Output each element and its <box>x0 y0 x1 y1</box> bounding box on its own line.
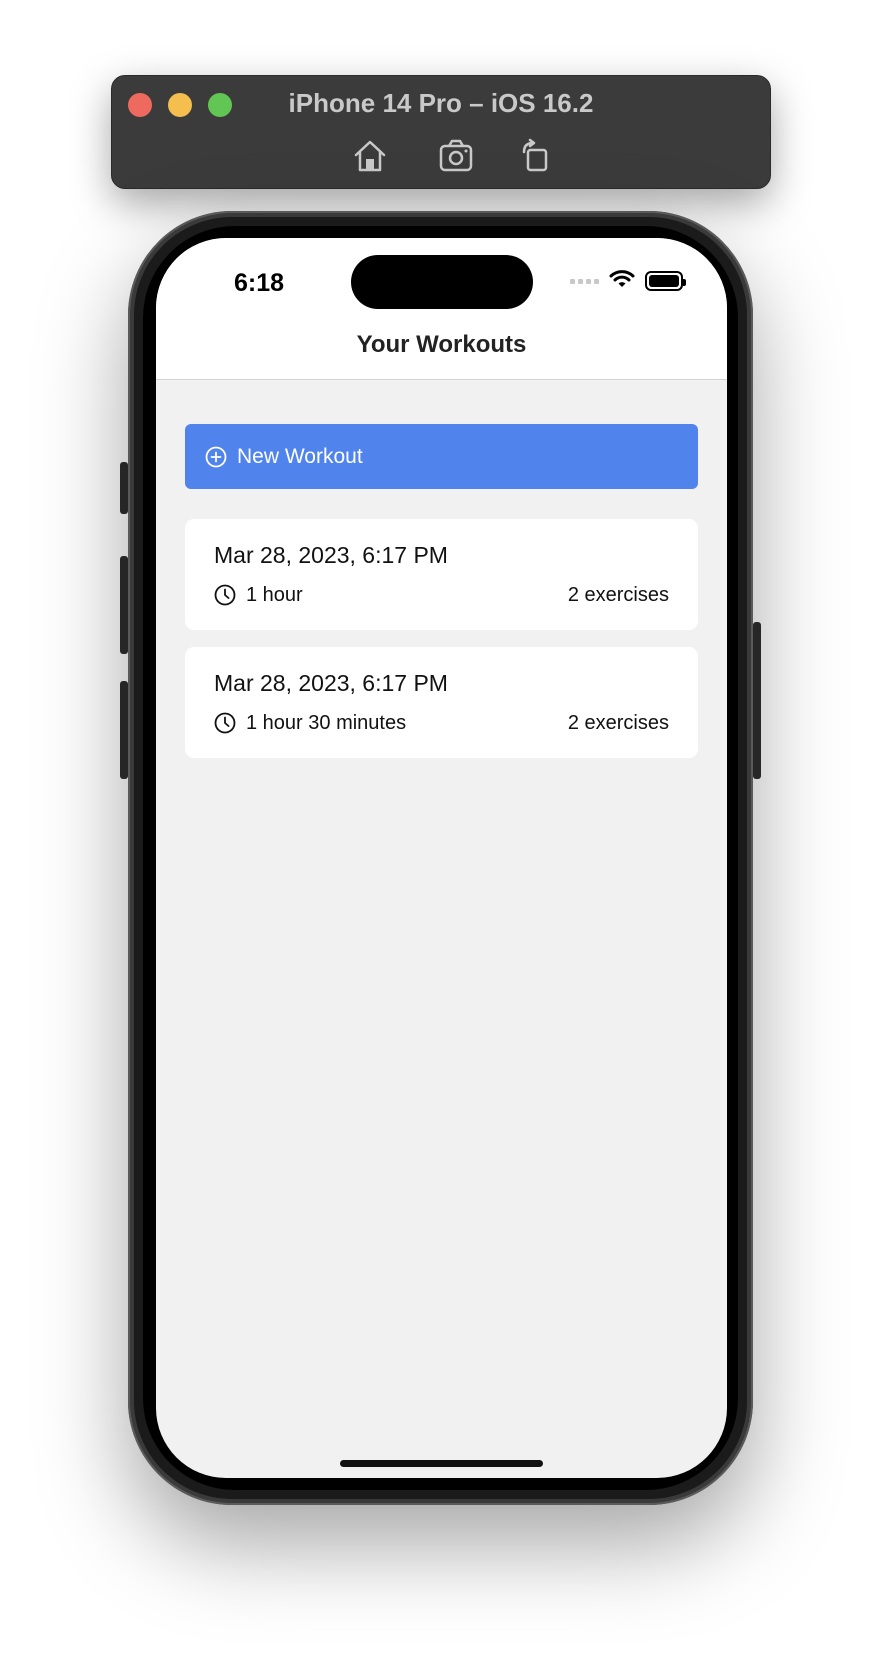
workout-exercise-count: 2 exercises <box>567 711 669 734</box>
simulator-title: iPhone 14 Pro – iOS 16.2 <box>288 88 594 118</box>
status-icons <box>570 269 686 294</box>
home-icon[interactable] <box>350 138 390 174</box>
action-side-button <box>120 462 128 514</box>
navigation-bar: Your Workouts <box>156 312 727 380</box>
wifi-icon <box>609 269 635 294</box>
page-title: Your Workouts <box>356 331 527 358</box>
rotate-icon[interactable] <box>518 138 558 174</box>
workout-date: Mar 28, 2023, 6:17 PM <box>214 670 448 696</box>
simulator-toolbar: iPhone 14 Pro – iOS 16.2 <box>111 75 771 189</box>
workout-meta: 1 hour 30 minutes 2 exercises <box>214 711 669 735</box>
workout-duration: 1 hour 30 minutes <box>214 712 406 735</box>
status-time: 6:18 <box>234 269 285 297</box>
new-workout-button[interactable]: New Workout <box>185 424 698 489</box>
workout-card[interactable]: Mar 28, 2023, 6:17 PM 1 hour 30 minutes … <box>185 647 698 758</box>
workout-duration-text: 1 hour <box>246 583 303 606</box>
new-workout-label: New Workout <box>237 444 363 468</box>
phone-screen: 6:18 Your Workouts New Workout Mar 28, 2… <box>156 238 727 1478</box>
screenshot-icon[interactable] <box>437 138 477 174</box>
workout-card[interactable]: Mar 28, 2023, 6:17 PM 1 hour 2 exercises <box>185 519 698 630</box>
volume-down-side-button <box>120 681 128 779</box>
cellular-icon <box>570 278 599 284</box>
workout-exercise-count: 2 exercises <box>567 583 669 606</box>
clock-icon <box>214 584 236 606</box>
workout-duration-text: 1 hour 30 minutes <box>246 711 407 734</box>
battery-icon <box>645 271 686 291</box>
workout-duration: 1 hour <box>214 584 303 607</box>
status-bar: 6:18 <box>156 238 727 312</box>
plus-circle-icon <box>205 446 227 468</box>
power-side-button <box>753 622 761 779</box>
workout-meta: 1 hour 2 exercises <box>214 583 669 607</box>
volume-up-side-button <box>120 556 128 654</box>
workout-date: Mar 28, 2023, 6:17 PM <box>214 542 448 568</box>
dynamic-island <box>351 255 533 309</box>
home-indicator[interactable] <box>340 1460 543 1467</box>
clock-icon <box>214 712 236 734</box>
